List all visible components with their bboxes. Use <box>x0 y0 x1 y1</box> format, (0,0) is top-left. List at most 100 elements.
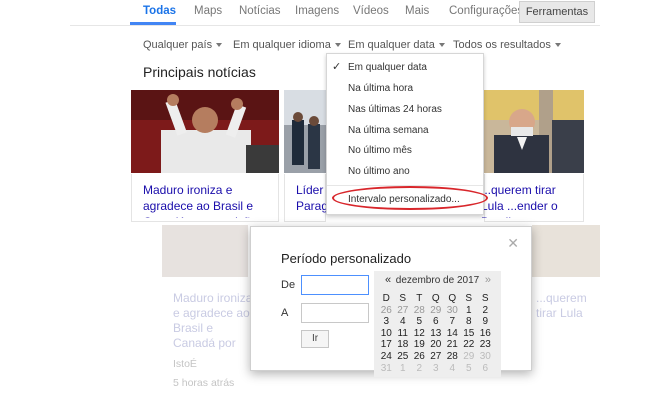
weekday-label: S <box>399 293 407 304</box>
tab-maps[interactable]: Maps <box>194 5 222 17</box>
calendar-day[interactable]: 27 <box>428 351 445 363</box>
from-date-input[interactable] <box>301 275 369 295</box>
filter-country-label: Qualquer país <box>143 39 213 51</box>
custom-range-dialog: ✕ Período personalizado De A Ir « dezemb… <box>250 226 532 377</box>
calendar-day[interactable]: 30 <box>477 351 494 363</box>
news-photo-maduro[interactable] <box>131 90 279 173</box>
news-headline-3[interactable]: ...querem tirar Lula ...ender o Brasil <box>481 182 577 218</box>
calendar-day[interactable]: 5 <box>411 316 428 328</box>
close-icon[interactable]: ✕ <box>507 235 519 252</box>
calendar-day[interactable]: 3 <box>428 363 445 375</box>
news-headline-1[interactable]: Maduro ironiza e agradece ao Brasil e Ca… <box>143 182 273 218</box>
calendar-day[interactable]: 2 <box>411 363 428 375</box>
calendar-day[interactable]: 26 <box>411 351 428 363</box>
calendar-day[interactable]: 24 <box>378 351 395 363</box>
section-title: Principais notícias <box>143 64 256 80</box>
news-headline-2[interactable]: Líder Parag... ao Brasil <box>296 182 326 218</box>
to-label: A <box>281 307 289 319</box>
highlight-circle <box>332 186 488 210</box>
chevron-down-icon <box>554 43 561 48</box>
filter-results[interactable]: Todos os resultados <box>453 39 561 51</box>
filter-language[interactable]: Em qualquer idioma <box>233 39 341 51</box>
calendar-day[interactable]: 8 <box>461 316 478 328</box>
menu-item-last-hour[interactable]: Na última hora <box>348 83 413 94</box>
calendar-day[interactable]: 6 <box>428 316 445 328</box>
filter-results-label: Todos os resultados <box>453 39 551 51</box>
calendar-week: 24 25 26 27 28 29 30 <box>378 351 498 363</box>
news-card-3[interactable]: ...querem tirar Lula ...ender o Brasil <box>481 174 584 222</box>
calendar-day[interactable]: 10 <box>378 328 395 340</box>
calendar-day[interactable]: 15 <box>461 328 478 340</box>
calendar-day[interactable]: 13 <box>428 328 445 340</box>
calendar-week: 26 27 28 29 30 1 2 <box>378 305 498 317</box>
tab-todas[interactable]: Todas <box>143 5 176 17</box>
filter-date[interactable]: Em qualquer data <box>348 39 445 51</box>
calendar-day[interactable]: 16 <box>477 328 494 340</box>
to-date-input[interactable] <box>301 303 369 323</box>
calendar-day[interactable]: 1 <box>461 305 478 317</box>
calendar-day[interactable]: 4 <box>395 316 412 328</box>
calendar-day[interactable]: 9 <box>477 316 494 328</box>
next-month-button[interactable]: » <box>485 274 491 286</box>
menu-item-any-date[interactable]: Em qualquer data <box>348 62 427 73</box>
calendar-day[interactable]: 1 <box>395 363 412 375</box>
calendar-day[interactable]: 22 <box>461 339 478 351</box>
weekday-label: Q <box>431 293 440 304</box>
calendar-day[interactable]: 5 <box>461 363 478 375</box>
news-card-1[interactable]: Maduro ironiza e agradece ao Brasil e Ca… <box>131 174 279 222</box>
calendar-day[interactable]: 29 <box>461 351 478 363</box>
tab-mais[interactable]: Mais <box>405 5 429 17</box>
calendar: « dezembro de 2017 » D S T Q Q S S 26 27… <box>374 271 501 377</box>
calendar-week: 10 11 12 13 14 15 16 <box>378 328 498 340</box>
faded-headline-right: ...querem tirar Lula ...ender o Brasil <box>536 291 587 320</box>
calendar-day[interactable]: 30 <box>444 305 461 317</box>
calendar-day[interactable]: 19 <box>411 339 428 351</box>
calendar-day[interactable]: 11 <box>395 328 412 340</box>
nav-divider <box>70 25 600 26</box>
tab-configuracoes[interactable]: Configurações <box>449 5 523 17</box>
calendar-day[interactable]: 20 <box>428 339 445 351</box>
checkmark-icon: ✓ <box>332 61 342 73</box>
menu-item-last-year[interactable]: No último ano <box>348 166 410 177</box>
submit-button[interactable]: Ir <box>301 330 329 348</box>
tools-button[interactable]: Ferramentas <box>519 1 595 23</box>
calendar-day[interactable]: 29 <box>428 305 445 317</box>
calendar-day[interactable]: 3 <box>378 316 395 328</box>
calendar-day[interactable]: 18 <box>395 339 412 351</box>
calendar-day[interactable]: 23 <box>477 339 494 351</box>
calendar-day[interactable]: 12 <box>411 328 428 340</box>
faded-source: IstoÉ <box>173 358 197 370</box>
calendar-week: 3 4 5 6 7 8 9 <box>378 316 498 328</box>
news-photo-lula[interactable] <box>484 90 584 173</box>
news-card-2[interactable]: Líder Parag... ao Brasil <box>284 174 326 222</box>
calendar-day[interactable]: 6 <box>477 363 494 375</box>
calendar-day[interactable]: 26 <box>378 305 395 317</box>
calendar-day[interactable]: 28 <box>444 351 461 363</box>
calendar-day[interactable]: 4 <box>444 363 461 375</box>
faded-photo-right <box>532 225 600 277</box>
tab-noticias[interactable]: Notícias <box>239 5 281 17</box>
faded-headline-left: Maduro ironiza e agradece ao Brasil e Ca… <box>173 291 253 350</box>
calendar-day[interactable]: 31 <box>378 363 395 375</box>
filter-language-label: Em qualquer idioma <box>233 39 331 51</box>
calendar-day[interactable]: 25 <box>395 351 412 363</box>
menu-item-last-24h[interactable]: Nas últimas 24 horas <box>348 104 442 115</box>
filter-country[interactable]: Qualquer país <box>143 39 223 51</box>
dialog-title: Período personalizado <box>281 251 412 266</box>
calendar-day[interactable]: 17 <box>378 339 395 351</box>
weekday-label: S <box>465 293 473 304</box>
menu-item-last-week[interactable]: Na última semana <box>348 125 429 136</box>
tab-imagens[interactable]: Imagens <box>295 5 339 17</box>
calendar-day[interactable]: 27 <box>395 305 412 317</box>
news-photo-paraguay[interactable] <box>284 90 326 173</box>
faded-photo-left <box>162 225 248 277</box>
tab-videos[interactable]: Vídeos <box>353 5 389 17</box>
calendar-day[interactable]: 7 <box>444 316 461 328</box>
calendar-day[interactable]: 21 <box>444 339 461 351</box>
calendar-day[interactable]: 28 <box>411 305 428 317</box>
calendar-day[interactable]: 14 <box>444 328 461 340</box>
calendar-week: 31 1 2 3 4 5 6 <box>378 363 498 375</box>
menu-item-last-month[interactable]: No último mês <box>348 145 412 156</box>
filter-date-label: Em qualquer data <box>348 39 435 51</box>
calendar-day[interactable]: 2 <box>477 305 494 317</box>
